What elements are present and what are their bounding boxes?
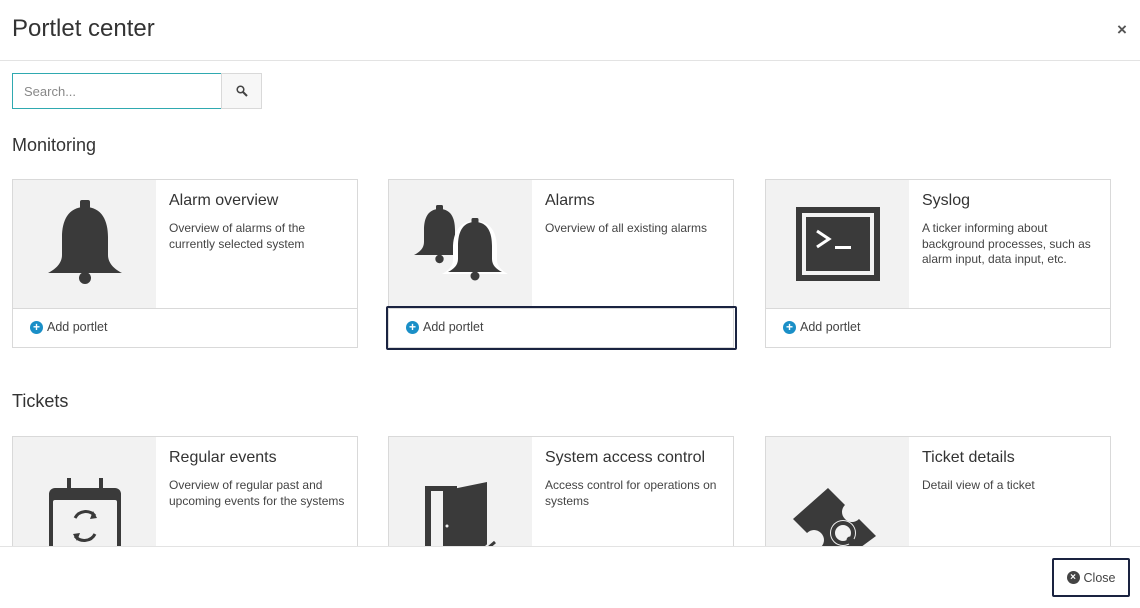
section-title-monitoring: Monitoring	[12, 135, 97, 155]
close-button[interactable]: × Close	[1052, 558, 1130, 597]
add-portlet-button[interactable]: + Add portlet	[30, 320, 107, 334]
dialog-footer: × Close	[0, 546, 1140, 608]
portlet-card-alarm-overview: Alarm overview Overview of alarms of the…	[12, 179, 358, 348]
plus-circle-icon: +	[783, 320, 796, 334]
portlet-card-syslog: Syslog A ticker informing about backgrou…	[765, 179, 1111, 348]
card-title: Alarms	[545, 192, 595, 209]
card-icon-area	[389, 180, 532, 308]
add-portlet-button[interactable]: + Add portlet	[783, 320, 860, 334]
terminal-icon	[795, 207, 880, 281]
card-title: Syslog	[922, 192, 971, 209]
card-footer: + Add portlet	[13, 308, 357, 348]
section-title-tickets: Tickets	[12, 391, 69, 411]
card-title: Alarm overview	[169, 192, 279, 209]
close-button-label: Close	[1083, 570, 1116, 585]
card-description: Overview of regular past and upcoming ev…	[169, 478, 345, 508]
card-description: Detail view of a ticket	[922, 478, 1035, 492]
dialog-title: Portlet center	[12, 15, 155, 42]
card-title: Ticket details	[922, 449, 1015, 466]
card-description: Overview of all existing alarms	[545, 221, 708, 235]
search-input[interactable]	[12, 73, 222, 109]
portlet-center-dialog: Portlet center × Monitoring Alarm overvi…	[0, 0, 1140, 608]
add-portlet-label: Add portlet	[47, 320, 108, 334]
close-icon[interactable]: ×	[1112, 20, 1132, 40]
card-icon-area	[13, 180, 156, 308]
dialog-header: Portlet center ×	[0, 0, 1140, 61]
card-footer: + Add portlet	[766, 308, 1110, 348]
card-icon-area	[766, 180, 909, 308]
card-title: System access control	[545, 449, 706, 466]
search-button[interactable]	[221, 73, 262, 109]
focus-ring	[386, 306, 737, 350]
card-description: A ticker informing about background proc…	[922, 221, 1091, 266]
search-bar	[12, 73, 262, 109]
close-circle-icon: ×	[1066, 571, 1080, 584]
card-description: Overview of alarms of the currently sele…	[169, 221, 306, 251]
card-title: Regular events	[169, 449, 277, 466]
bells-icon	[414, 205, 508, 281]
card-description: Access control for operations on systems	[545, 478, 717, 508]
bell-icon	[47, 200, 122, 284]
add-portlet-label: Add portlet	[800, 320, 861, 334]
search-icon	[235, 85, 248, 97]
plus-circle-icon: +	[30, 320, 43, 334]
